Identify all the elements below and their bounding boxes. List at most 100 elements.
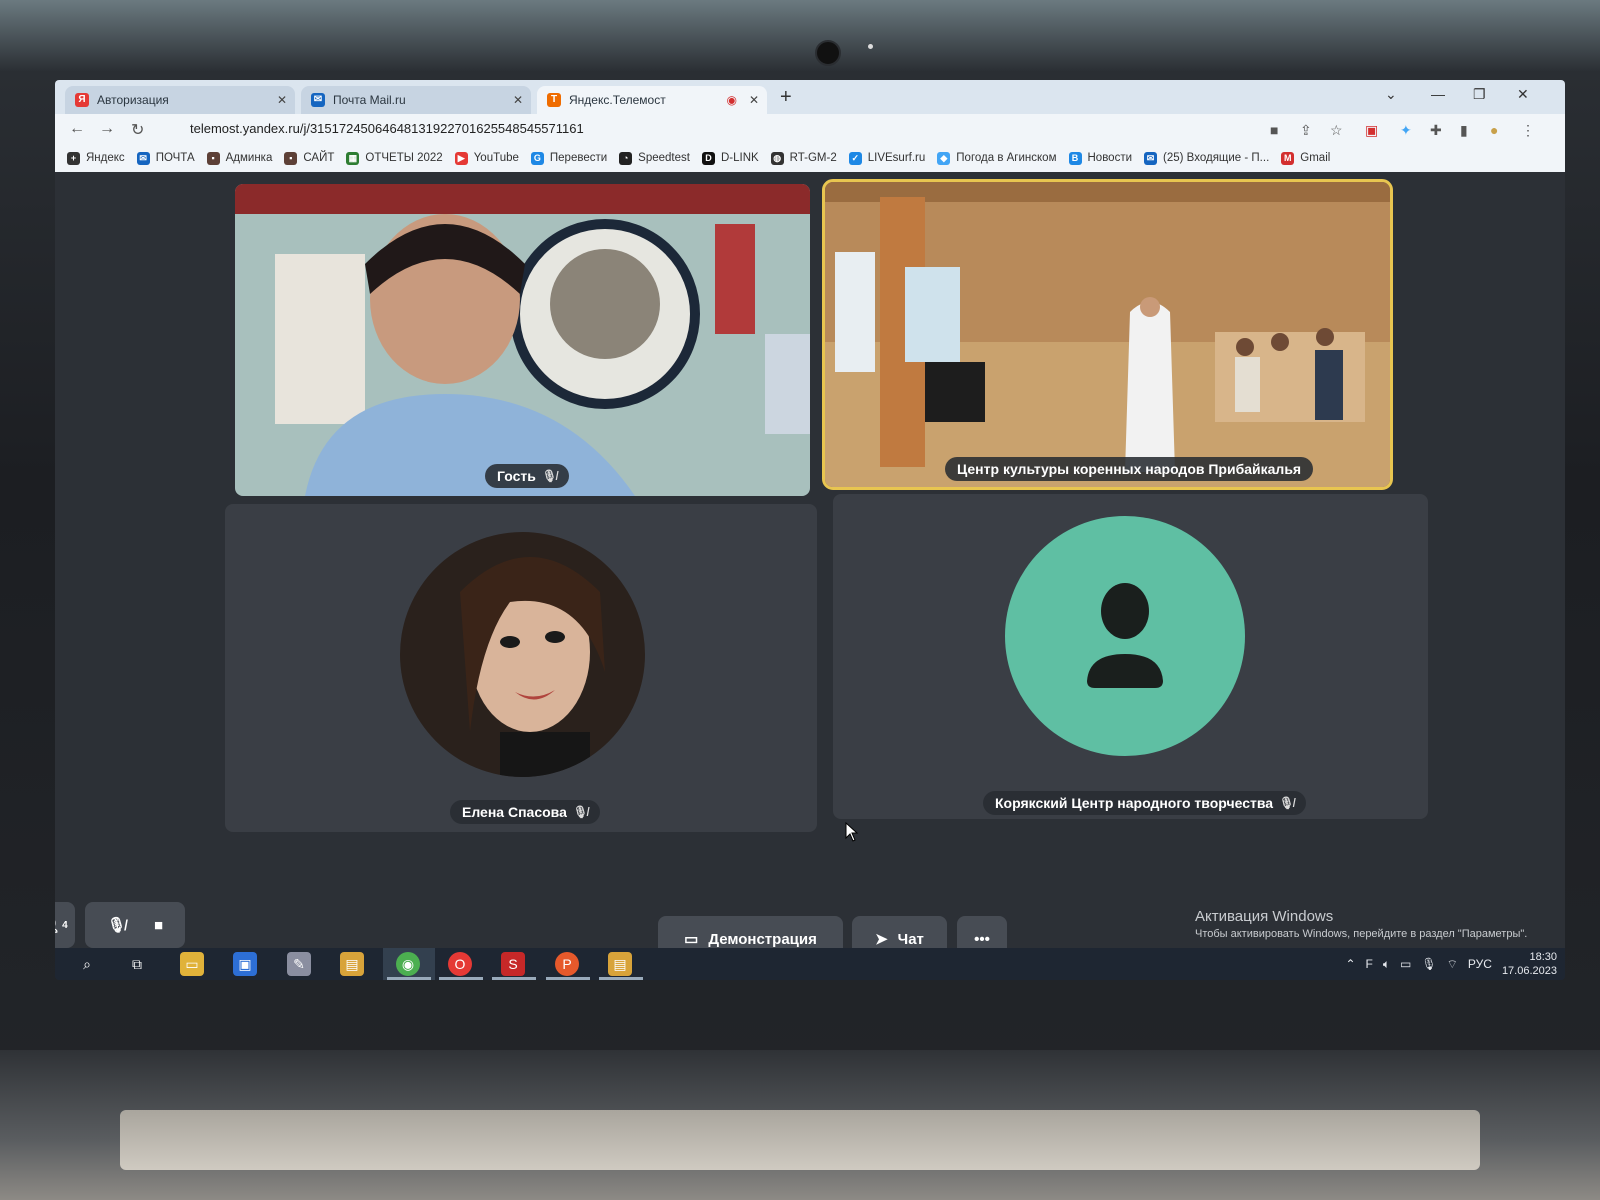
bookmark-reports[interactable]: ▦ ОТЧЕТЫ 2022 — [346, 151, 443, 165]
mic-off-icon[interactable]: 🎙︎̸ — [107, 916, 126, 934]
back-icon[interactable]: ← — [69, 120, 85, 138]
extension-icon[interactable]: ✦ — [1400, 122, 1412, 139]
bookmark-inbox[interactable]: ✉ (25) Входящие - П... — [1144, 151, 1269, 165]
globe-icon: ◍ — [770, 151, 784, 165]
add-participant-button[interactable]: +👤︎ 4 — [55, 902, 75, 948]
file-explorer-icon[interactable]: ▭ — [180, 952, 204, 976]
mic-off-icon: 🎙︎̸ — [541, 469, 558, 483]
reload-icon[interactable]: ↻ — [131, 120, 144, 140]
chrome-icon[interactable]: ◉ — [396, 952, 420, 976]
tab-label: Яндекс.Телемост — [569, 93, 666, 107]
bookmark-mail[interactable]: ✉ ПОЧТА — [136, 151, 195, 165]
app-tray-icon[interactable]: F — [1366, 957, 1373, 971]
bookmark-news[interactable]: В Новости — [1068, 151, 1132, 165]
video-grid: Гость 🎙︎̸ Центр культуры коренных народо… — [55, 172, 1565, 908]
bookmark-speedtest[interactable]: ◔ Speedtest — [619, 151, 690, 165]
vk-icon: В — [1068, 151, 1082, 165]
bookmark-gmail[interactable]: M Gmail — [1281, 151, 1330, 165]
save-icon[interactable]: ▣ — [233, 952, 257, 976]
tab-authorization[interactable]: Я Авторизация ✕ — [65, 86, 295, 114]
laptop-hinge — [120, 1110, 1480, 1170]
volume-icon[interactable]: 🔈︎ — [1383, 957, 1390, 972]
bookmark-dlink[interactable]: D D-LINK — [701, 151, 759, 165]
extension-icon[interactable]: ▣ — [1365, 122, 1378, 139]
avatar-photo — [400, 532, 645, 777]
app-underline — [387, 977, 431, 980]
system-tray: ⌃ F 🔈︎ ▭ 🎙︎ ⌔ РУС 18:30 17.06.2023 — [1345, 948, 1557, 980]
participant-video — [235, 184, 810, 496]
yandex-icon: Я — [75, 93, 89, 107]
camera-icon[interactable]: ■ — [154, 917, 163, 934]
recording-icon: ◉ — [726, 93, 737, 107]
sheets-icon: ▦ — [346, 151, 360, 165]
app-icon[interactable]: S — [501, 952, 525, 976]
microphone-icon[interactable]: 🎙︎ — [1421, 957, 1436, 971]
laptop-screen: Я Авторизация ✕ ✉ Почта Mail.ru ✕ Т Янде… — [55, 80, 1565, 980]
bookmark-weather[interactable]: ◆ Погода в Агинском — [937, 151, 1057, 165]
app-icon[interactable]: ✎ — [287, 952, 311, 976]
bookmark-translate[interactable]: G Перевести — [530, 151, 607, 165]
site-icon: ▪ — [284, 151, 298, 165]
powerpoint-icon[interactable]: P — [555, 952, 579, 976]
puzzle-icon[interactable]: ✚ — [1430, 122, 1442, 139]
profile-icon[interactable]: ● — [1490, 122, 1498, 138]
maximize-icon[interactable]: ❐ — [1473, 86, 1486, 103]
forward-icon[interactable]: → — [99, 120, 115, 138]
app-underline — [546, 977, 590, 980]
telemost-icon: Т — [547, 93, 561, 107]
bookmark-rtgm[interactable]: ◍ RT-GM-2 — [770, 151, 837, 165]
close-icon[interactable]: ✕ — [749, 93, 759, 107]
browser-tab-bar: Я Авторизация ✕ ✉ Почта Mail.ru ✕ Т Янде… — [55, 80, 1565, 114]
mic-camera-group: 🎙︎̸ ■ — [85, 902, 185, 948]
archive-icon[interactable]: ▤ — [608, 952, 632, 976]
bookmark-livesurf[interactable]: ✓ LIVEsurf.ru — [848, 151, 925, 165]
avatar — [400, 532, 645, 777]
participant-name-tag: Гость 🎙︎̸ — [485, 464, 570, 488]
clock[interactable]: 18:30 17.06.2023 — [1502, 950, 1557, 978]
tab-telemost[interactable]: Т Яндекс.Телемост ◉ ✕ — [537, 86, 767, 114]
mic-off-icon: 🎙︎̸ — [572, 805, 589, 819]
share-icon[interactable]: ⇪ — [1300, 122, 1312, 139]
new-tab-button[interactable]: + — [780, 86, 792, 109]
bookmarks-bar: + Яндекс ✉ ПОЧТА ▪ Админка ▪ САЙТ ▦ ОТЧЕТЫ 20… — [55, 144, 1565, 173]
language-indicator[interactable]: РУС — [1468, 957, 1492, 971]
archive-icon[interactable]: ▤ — [340, 952, 364, 976]
add-user-icon: +👤︎ — [55, 916, 60, 934]
sidepanel-icon[interactable]: ▮ — [1460, 122, 1468, 139]
battery-icon[interactable]: ▭ — [1400, 957, 1411, 971]
dlink-icon: D — [701, 151, 715, 165]
mail-icon: ✉ — [136, 151, 150, 165]
app-underline — [492, 977, 536, 980]
admin-icon: ▪ — [206, 151, 220, 165]
weather-icon: ◆ — [937, 151, 951, 165]
url-input[interactable]: telemost.yandex.ru/j/3151724506464813192… — [170, 118, 1270, 140]
participant-tile-guest[interactable]: Гость 🎙︎̸ — [235, 184, 810, 496]
wifi-icon[interactable]: ⌔ — [1447, 957, 1458, 972]
minimize-icon[interactable]: — — [1431, 86, 1445, 102]
close-window-icon[interactable]: ✕ — [1517, 86, 1529, 103]
bookmark-yandex[interactable]: + Яндекс — [67, 151, 125, 165]
participant-tile-center[interactable]: Центр культуры коренных народов Прибайка… — [822, 179, 1393, 490]
task-view-icon[interactable]: ⧉ — [125, 952, 149, 976]
app-underline — [599, 977, 643, 980]
bookmark-youtube[interactable]: ▶ YouTube — [454, 151, 519, 165]
translate-icon: G — [530, 151, 544, 165]
speedtest-icon: ◔ — [619, 151, 633, 165]
chevron-up-icon[interactable]: ⌃ — [1345, 957, 1355, 971]
tab-mail[interactable]: ✉ Почта Mail.ru ✕ — [301, 86, 531, 114]
bookmark-admin[interactable]: ▪ Админка — [206, 151, 272, 165]
app-underline — [439, 977, 483, 980]
camera-permission-icon[interactable]: ■ — [1270, 122, 1278, 138]
bookmark-site[interactable]: ▪ САЙТ — [284, 151, 334, 165]
webcam-indicator — [868, 44, 873, 49]
search-icon[interactable]: ⌕ — [75, 952, 99, 976]
star-icon[interactable]: ☆ — [1330, 122, 1343, 139]
participant-tile-koryak[interactable]: Корякский Центр народного творчества 🎙︎̸ — [833, 494, 1428, 819]
menu-icon[interactable]: ⋮ — [1521, 122, 1535, 139]
participant-tile-elena[interactable]: Елена Спасова 🎙︎̸ — [225, 504, 817, 832]
close-icon[interactable]: ✕ — [277, 93, 287, 107]
send-icon: ➤ — [875, 931, 888, 948]
opera-icon[interactable]: O — [448, 952, 472, 976]
chevron-down-icon[interactable]: ⌄ — [1385, 86, 1397, 103]
close-icon[interactable]: ✕ — [513, 93, 523, 107]
